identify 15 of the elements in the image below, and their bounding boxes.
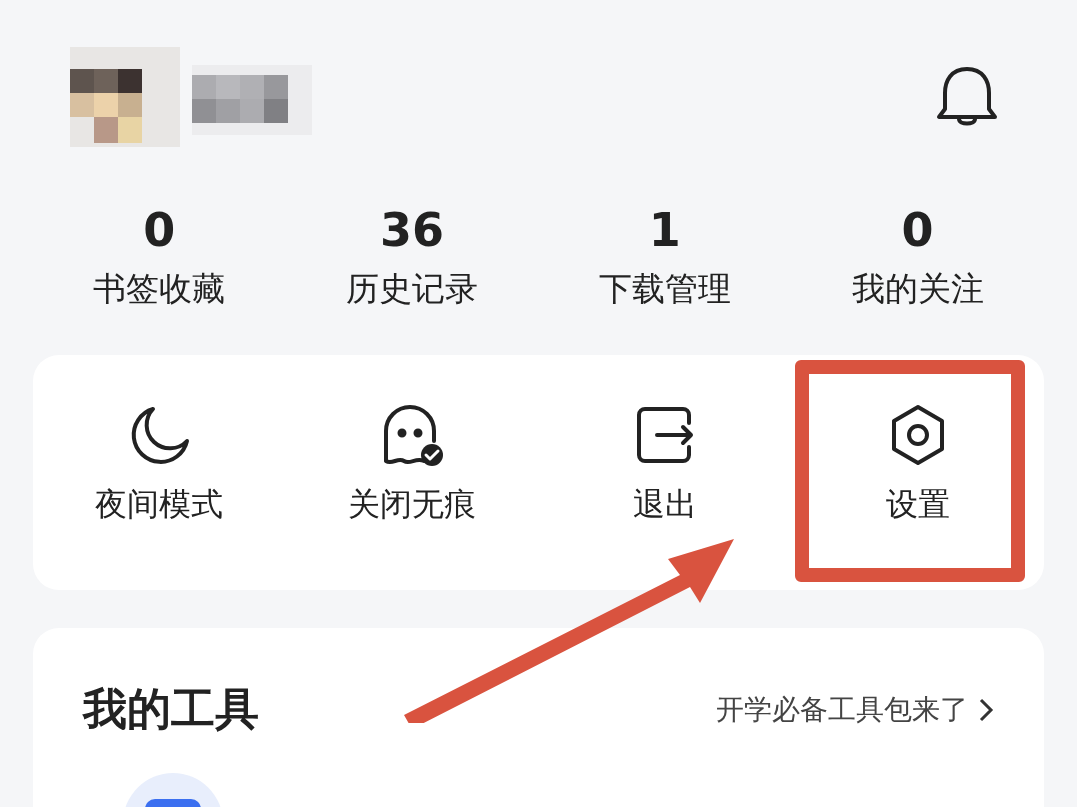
stat-count[interactable]: 36 xyxy=(380,207,445,253)
stat-count[interactable]: 1 xyxy=(648,207,681,253)
quick-action-button[interactable]: 设置 xyxy=(791,355,1044,590)
stat-count[interactable]: 0 xyxy=(143,207,176,253)
stat-label[interactable]: 我的关注 xyxy=(851,269,984,309)
stat-count[interactable]: 0 xyxy=(901,207,934,253)
quick-action-button[interactable]: 退出 xyxy=(538,355,792,590)
quick-action-button[interactable]: 关闭无痕 xyxy=(285,355,539,590)
chevron-right-icon xyxy=(978,696,994,723)
stat-label[interactable]: 历史记录 xyxy=(346,269,479,309)
promo-link[interactable]: 开学必备工具包来了 xyxy=(716,690,994,729)
stat-label[interactable]: 下载管理 xyxy=(598,269,731,309)
stat-label[interactable]: 书签收藏 xyxy=(93,269,226,309)
quick-action-button[interactable]: 夜间模式 xyxy=(33,355,286,590)
section-title: 我的工具 xyxy=(83,682,259,736)
